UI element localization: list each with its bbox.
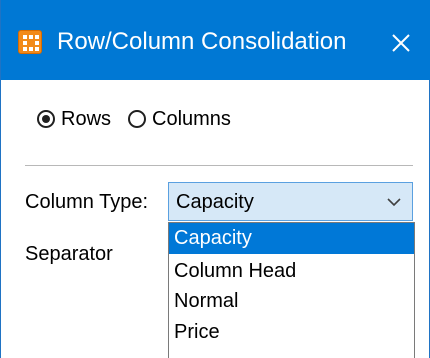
column-type-select[interactable]: Capacity (168, 182, 413, 221)
consolidate-by-radio-group: Rows Columns (37, 104, 231, 134)
chevron-down-icon (387, 198, 401, 207)
column-type-label: Column Type: (25, 191, 149, 213)
separator-label: Separator (25, 243, 113, 265)
dropdown-option-price[interactable]: Price (169, 317, 414, 348)
rows-radio-button[interactable] (37, 110, 55, 128)
consolidation-dialog: Row/Column Consolidation Rows Columns Co… (0, 0, 430, 358)
column-type-dropdown-list: Capacity Column Head Normal Price (168, 222, 415, 358)
close-button[interactable] (381, 23, 421, 63)
dialog-title: Row/Column Consolidation (57, 28, 347, 55)
title-bar: Row/Column Consolidation (1, 0, 430, 80)
section-divider (25, 165, 413, 166)
columns-radio-option[interactable]: Columns (128, 104, 231, 134)
columns-radio-label[interactable]: Columns (152, 104, 231, 134)
dropdown-option-normal[interactable]: Normal (169, 286, 414, 317)
rows-radio-option[interactable]: Rows (37, 104, 111, 134)
columns-radio-button[interactable] (128, 110, 147, 128)
orange-grid-icon (18, 30, 42, 54)
column-type-selected-value: Capacity (176, 191, 254, 213)
close-icon (392, 34, 410, 52)
dropdown-option-column-head[interactable]: Column Head (169, 256, 414, 287)
rows-radio-label[interactable]: Rows (61, 104, 111, 134)
dropdown-option-capacity[interactable]: Capacity (169, 223, 414, 254)
